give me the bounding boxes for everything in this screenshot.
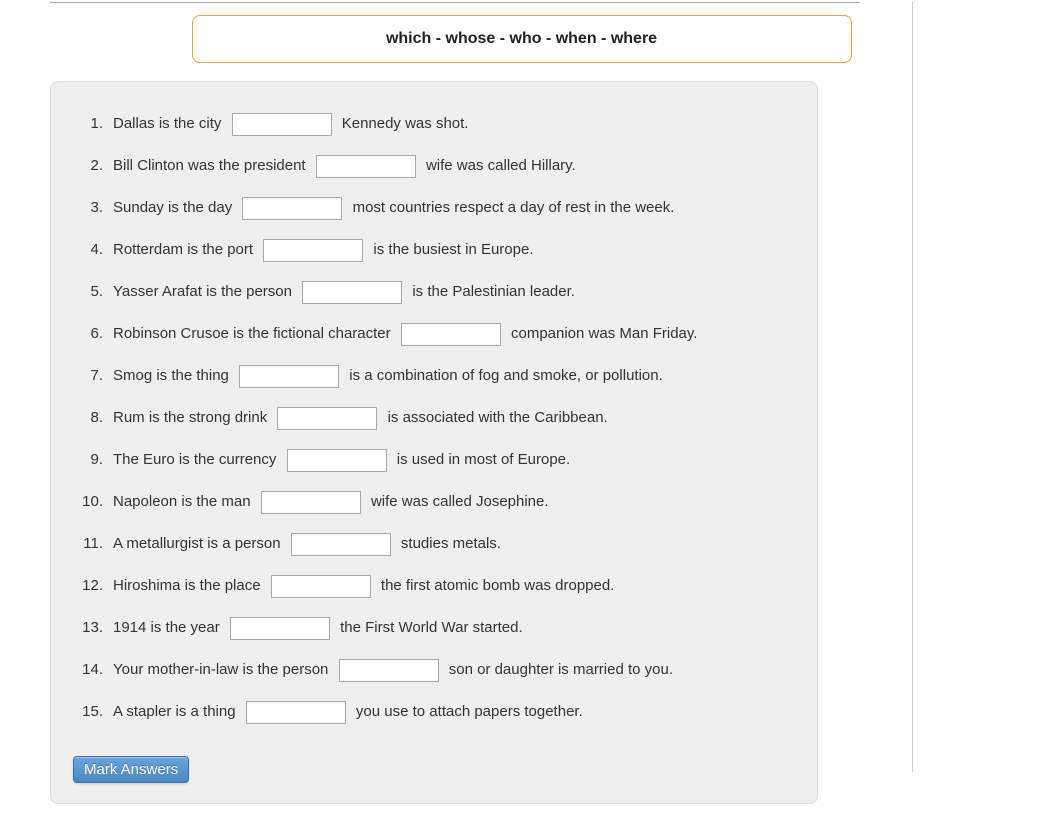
question-row: 13. 1914 is the year the First World War … (73, 616, 795, 640)
question-text-after: you use to attach papers together. (356, 700, 583, 724)
question-text-before: Dallas is the city (113, 112, 221, 136)
exercise-panel: 1. Dallas is the city Kennedy was shot. 2.… (50, 81, 818, 804)
question-text-after: the First World War started. (340, 616, 523, 640)
question-text-before: The Euro is the currency (113, 448, 276, 472)
question-number: 10. (73, 490, 103, 514)
answer-input[interactable] (339, 659, 439, 682)
question-text-after: wife was called Hillary. (426, 154, 576, 178)
question-row: 2. Bill Clinton was the president wife wa… (73, 154, 795, 178)
question-text-after: is associated with the Caribbean. (388, 406, 608, 430)
question-text-before: Smog is the thing (113, 364, 229, 388)
question-number: 8. (73, 406, 103, 430)
question-number: 7. (73, 364, 103, 388)
question-row: 15. A stapler is a thing you use to attac… (73, 700, 795, 724)
question-number: 6. (73, 322, 103, 346)
question-row: 10. Napoleon is the man wife was called J… (73, 490, 795, 514)
question-row: 8. Rum is the strong drink is associated … (73, 406, 795, 430)
answer-input[interactable] (230, 617, 330, 640)
question-text-after: Kennedy was shot. (342, 112, 469, 136)
question-text-before: A stapler is a thing (113, 700, 236, 724)
answer-input[interactable] (242, 197, 342, 220)
question-row: 6. Robinson Crusoe is the fictional chara… (73, 322, 795, 346)
question-row: 5. Yasser Arafat is the person is the Pal… (73, 280, 795, 304)
question-row: 14. Your mother-in-law is the person son … (73, 658, 795, 682)
question-number: 3. (73, 196, 103, 220)
answer-input[interactable] (261, 491, 361, 514)
question-text-after: son or daughter is married to you. (449, 658, 673, 682)
question-number: 2. (73, 154, 103, 178)
answer-input[interactable] (291, 533, 391, 556)
answer-input[interactable] (277, 407, 377, 430)
question-row: 4. Rotterdam is the port is the busiest i… (73, 238, 795, 262)
page: which - whose - who - when - where 1. Dal… (0, 2, 1043, 824)
answer-input[interactable] (287, 449, 387, 472)
answer-input[interactable] (271, 575, 371, 598)
question-row: 1. Dallas is the city Kennedy was shot. (73, 112, 795, 136)
question-number: 12. (73, 574, 103, 598)
question-number: 1. (73, 112, 103, 136)
question-number: 13. (73, 616, 103, 640)
answer-input[interactable] (263, 239, 363, 262)
question-text-after: is the Palestinian leader. (412, 280, 575, 304)
question-number: 4. (73, 238, 103, 262)
question-text-after: companion was Man Friday. (511, 322, 697, 346)
question-text-before: Napoleon is the man (113, 490, 251, 514)
answer-input[interactable] (239, 365, 339, 388)
question-text-before: 1914 is the year (113, 616, 220, 640)
question-row: 11. A metallurgist is a person studies me… (73, 532, 795, 556)
question-text-before: Robinson Crusoe is the fictional charact… (113, 322, 391, 346)
question-text-before: Yasser Arafat is the person (113, 280, 292, 304)
question-text-after: wife was called Josephine. (371, 490, 549, 514)
question-number: 9. (73, 448, 103, 472)
question-text-before: Rum is the strong drink (113, 406, 267, 430)
question-text-before: Rotterdam is the port (113, 238, 253, 262)
answer-input[interactable] (232, 113, 332, 136)
answer-input[interactable] (302, 281, 402, 304)
answer-input[interactable] (316, 155, 416, 178)
question-text-before: Sunday is the day (113, 196, 232, 220)
question-number: 11. (73, 532, 103, 556)
question-row: 7. Smog is the thing is a combination of … (73, 364, 795, 388)
question-number: 14. (73, 658, 103, 682)
question-text-before: Bill Clinton was the president (113, 154, 306, 178)
question-list: 1. Dallas is the city Kennedy was shot. 2.… (73, 112, 795, 724)
question-text-after: is a combination of fog and smoke, or po… (349, 364, 663, 388)
question-row: 12. Hiroshima is the place the first atom… (73, 574, 795, 598)
question-row: 9. The Euro is the currency is used in mo… (73, 448, 795, 472)
top-divider (50, 2, 860, 3)
word-bank-text: which - whose - who - when - where (386, 30, 657, 47)
question-text-before: A metallurgist is a person (113, 532, 281, 556)
question-text-before: Hiroshima is the place (113, 574, 261, 598)
answer-input[interactable] (401, 323, 501, 346)
question-text-before: Your mother-in-law is the person (113, 658, 328, 682)
word-bank: which - whose - who - when - where (192, 15, 852, 63)
question-row: 3. Sunday is the day most countries respe… (73, 196, 795, 220)
question-text-after: the first atomic bomb was dropped. (381, 574, 614, 598)
question-number: 15. (73, 700, 103, 724)
question-number: 5. (73, 280, 103, 304)
question-text-after: most countries respect a day of rest in … (353, 196, 675, 220)
question-text-after: is used in most of Europe. (397, 448, 570, 472)
question-text-after: studies metals. (401, 532, 501, 556)
answer-input[interactable] (246, 701, 346, 724)
sidebar-divider (912, 2, 913, 772)
question-text-after: is the busiest in Europe. (373, 238, 533, 262)
